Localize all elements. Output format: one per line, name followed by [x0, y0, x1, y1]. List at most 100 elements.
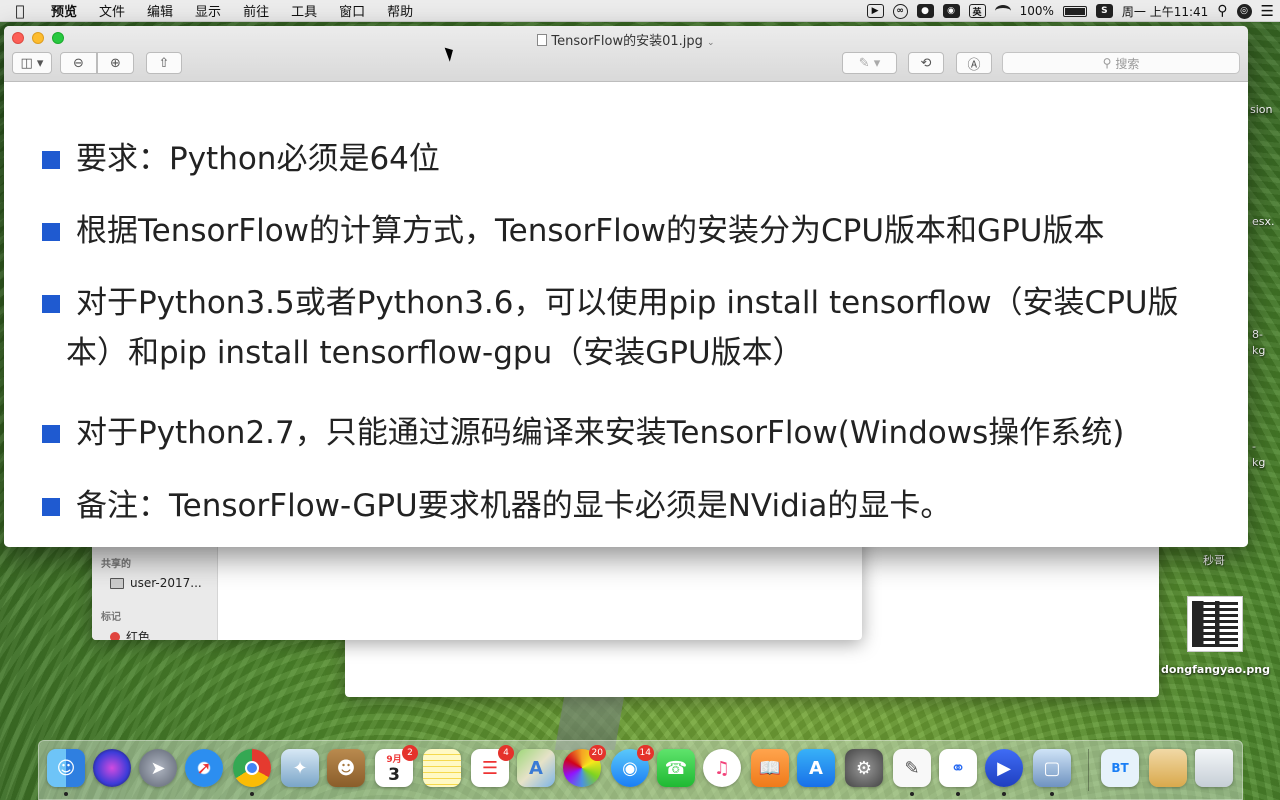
app-store-icon[interactable]: A: [797, 749, 835, 787]
battery-icon[interactable]: [1062, 5, 1087, 17]
menu-list-icon[interactable]: ☰: [1261, 2, 1274, 20]
bt-download-icon[interactable]: BT: [1101, 749, 1139, 787]
markup-pen-button[interactable]: ✎ ▾: [842, 52, 897, 74]
safari-icon[interactable]: ➚: [185, 749, 223, 787]
desktop-file-label[interactable]: dongfangyao.png: [1161, 663, 1270, 676]
chrome-icon[interactable]: [233, 749, 271, 796]
preview-icon[interactable]: ▢: [1033, 749, 1071, 796]
bullet-item: 备注：TensorFlow-GPU要求机器的显卡必须是NVidia的显卡。: [42, 488, 951, 536]
bullet-square-icon: [42, 498, 60, 516]
search-placeholder: 搜索: [1115, 56, 1140, 71]
sidebar-item-label: 红色: [126, 630, 151, 640]
notification-badge: 14: [636, 745, 654, 761]
rotate-button[interactable]: ⟲: [908, 52, 944, 74]
menu-edit[interactable]: 编辑: [136, 1, 184, 20]
clock[interactable]: 周一 上午11:41: [1122, 3, 1208, 20]
screen-record-icon[interactable]: ▶: [866, 4, 884, 18]
zoom-out-button[interactable]: ⊖: [60, 52, 97, 74]
calendar-icon[interactable]: 9月 3 2: [375, 745, 418, 787]
baidu-icon[interactable]: ◉: [942, 4, 960, 18]
share-icon: ⇧: [158, 55, 170, 71]
zoom-in-button[interactable]: ⊕: [97, 52, 134, 74]
qr-code-image: [1192, 601, 1238, 647]
facetime-icon[interactable]: ☎: [657, 749, 695, 787]
sidebar-item-shared-computer[interactable]: user-2017...: [110, 576, 202, 590]
notification-badge: 20: [588, 745, 606, 761]
desktop-item-label[interactable]: esx.: [1252, 215, 1275, 228]
running-indicator: [250, 792, 254, 796]
annotate-button[interactable]: Ⓐ: [956, 52, 992, 74]
siri-icon[interactable]: [93, 749, 131, 787]
wechat-icon[interactable]: ●: [916, 4, 934, 18]
desktop-item-label[interactable]: kg: [1252, 456, 1265, 469]
finder-icon[interactable]: ☺: [47, 749, 85, 796]
bullet-square-icon: [42, 425, 60, 443]
menu-tools[interactable]: 工具: [280, 1, 328, 20]
sidebar-toggle-button[interactable]: ◫ ▾: [12, 52, 52, 74]
mail-bird-icon[interactable]: ✦: [281, 749, 319, 787]
menu-go[interactable]: 前往: [232, 1, 280, 20]
messages-icon[interactable]: ◉ 14: [611, 745, 654, 787]
menu-window[interactable]: 窗口: [328, 1, 376, 20]
menu-help[interactable]: 帮助: [376, 1, 424, 20]
wifi-icon[interactable]: [994, 5, 1011, 17]
notification-badge: 4: [498, 745, 514, 761]
rotate-icon: ⟲: [920, 55, 932, 71]
ibooks-icon[interactable]: 📖: [751, 749, 789, 787]
s-app-icon[interactable]: S: [1095, 4, 1113, 18]
input-method-icon[interactable]: 英: [968, 4, 986, 18]
desktop-item-label[interactable]: -: [1252, 440, 1256, 453]
search-icon[interactable]: ⚲: [1217, 3, 1227, 19]
share-button[interactable]: ⇧: [146, 52, 182, 74]
maps-icon[interactable]: A: [517, 749, 555, 787]
menu-file[interactable]: 文件: [88, 1, 136, 20]
desktop-item-label[interactable]: kg: [1252, 344, 1265, 357]
annotate-icon: Ⓐ: [967, 57, 981, 73]
contacts-icon[interactable]: ☻: [327, 749, 365, 787]
notes-icon[interactable]: [423, 749, 461, 787]
running-indicator: [1002, 792, 1006, 796]
bullet-item: 对于Python2.7，只能通过源码编译来安装TensorFlow(Window…: [42, 415, 1124, 463]
window-titlebar[interactable]: TensorFlow的安装01.jpg ⌄ ◫ ▾ ⊖ ⊕ ⇧ ✎ ▾ ⟲ Ⓐ …: [4, 26, 1248, 82]
bullet-text: 根据TensorFlow的计算方式，TensorFlow的安装分为CPU版本和G…: [76, 213, 1105, 249]
red-tag-icon: [110, 631, 120, 640]
creative-cloud-icon[interactable]: ∞: [892, 3, 908, 19]
textedit-icon[interactable]: ✎: [893, 749, 931, 796]
bullet-text: 备注：TensorFlow-GPU要求机器的显卡必须是NVidia的显卡。: [76, 488, 952, 524]
chrome-apps-folder-icon[interactable]: [1149, 749, 1187, 787]
launchpad-icon[interactable]: ➤: [139, 749, 177, 787]
siri-icon[interactable]: ◎: [1236, 3, 1252, 19]
photos-icon[interactable]: 20: [563, 745, 606, 787]
baidu-netdisk-icon[interactable]: ⚭: [939, 749, 977, 796]
itunes-icon[interactable]: ♫: [703, 749, 741, 787]
running-indicator: [956, 792, 960, 796]
menu-app-name[interactable]: 预览: [40, 1, 88, 20]
menu-bar:  预览 文件 编辑 显示 前往 工具 窗口 帮助 ▶ ∞ ● ◉ 英 100%…: [0, 0, 1280, 22]
desktop-item-label[interactable]: sion: [1250, 103, 1273, 116]
system-preferences-icon[interactable]: ⚙: [845, 749, 883, 787]
reminders-icon[interactable]: ☰ 4: [471, 745, 514, 787]
calendar-month: 9月: [386, 754, 402, 765]
bullet-text: 要求：Python必须是64位: [76, 141, 440, 177]
qr-code-file-icon[interactable]: [1187, 596, 1243, 652]
running-indicator: [910, 792, 914, 796]
window-title[interactable]: TensorFlow的安装01.jpg ⌄: [4, 30, 1248, 49]
chevron-down-icon[interactable]: ⌄: [707, 38, 715, 48]
status-area: ▶ ∞ ● ◉ 英 100% S 周一 上午11:41 ⚲ ◎ ☰: [866, 0, 1274, 22]
menu-view[interactable]: 显示: [184, 1, 232, 20]
sidebar-item-tag-red[interactable]: 红色: [110, 628, 150, 640]
apple-icon[interactable]: : [0, 2, 40, 20]
desktop-folder-label[interactable]: 秒哥: [1203, 552, 1225, 568]
video-app-icon[interactable]: ▶: [985, 749, 1023, 796]
document-icon: [537, 34, 548, 46]
zoom-in-icon: ⊕: [110, 55, 121, 71]
image-content[interactable]: 要求：Python必须是64位 根据TensorFlow的计算方式，Tensor…: [4, 83, 1248, 547]
desktop-item-label[interactable]: 8-: [1252, 328, 1263, 341]
preview-window[interactable]: TensorFlow的安装01.jpg ⌄ ◫ ▾ ⊖ ⊕ ⇧ ✎ ▾ ⟲ Ⓐ …: [4, 26, 1248, 547]
shared-section-label: 共享的: [101, 559, 131, 570]
trash-icon[interactable]: [1195, 749, 1233, 787]
search-input[interactable]: ⚲ 搜索: [1002, 52, 1240, 74]
bullet-text-continuation: 本）和pip install tensorflow-gpu（安装GPU版本）: [66, 335, 804, 371]
markup-pen-icon: ✎ ▾: [858, 55, 881, 71]
dock: ☺ ➤ ➚ ✦ ☻ 9月 3 2 ☰ 4 A 20 ◉ 14 ☎ ♫ 📖 A ⚙ ✎…: [38, 740, 1243, 800]
